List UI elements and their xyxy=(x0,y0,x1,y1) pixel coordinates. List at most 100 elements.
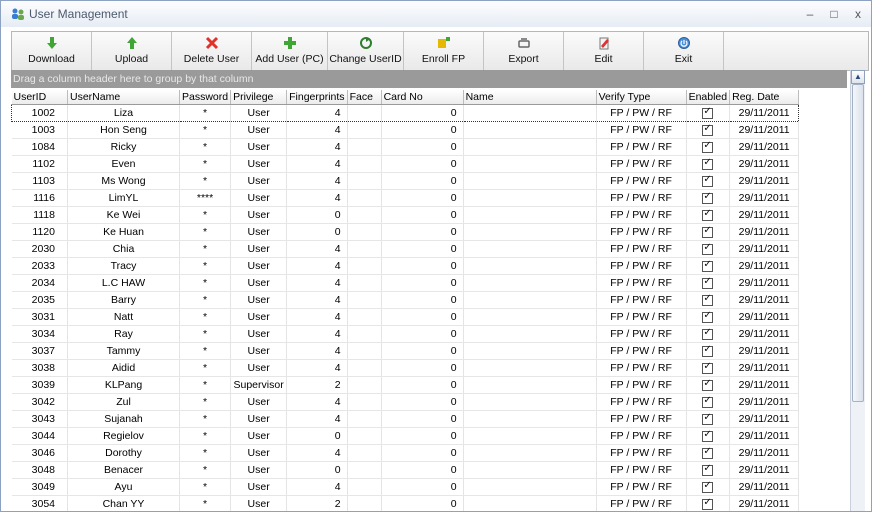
cell-userid: 3054 xyxy=(11,495,68,511)
table-row[interactable]: 2033Tracy*User4 0 FP / PW / RF 29/11/2011 xyxy=(11,257,800,275)
enabled-checkbox[interactable] xyxy=(702,310,714,323)
enabled-checkbox[interactable] xyxy=(702,412,714,425)
enabled-checkbox[interactable] xyxy=(702,497,714,510)
col-header-name[interactable]: Name xyxy=(463,90,597,105)
upload-button[interactable]: Upload xyxy=(92,32,172,70)
export-button[interactable]: Export xyxy=(484,32,564,70)
table-row[interactable]: 1102Even*User4 0 FP / PW / RF 29/11/2011 xyxy=(11,155,800,173)
enabled-checkbox[interactable] xyxy=(702,395,714,408)
edit-button[interactable]: Edit xyxy=(564,32,644,70)
col-header-reg-date[interactable]: Reg. Date xyxy=(729,90,800,105)
enabled-checkbox[interactable] xyxy=(702,463,714,476)
cell-enabled[interactable] xyxy=(686,359,731,377)
table-row[interactable]: 3054Chan YY*User2 0 FP / PW / RF 29/11/2011 xyxy=(11,495,800,511)
cell-enabled[interactable] xyxy=(686,376,731,394)
cell-enabled[interactable] xyxy=(686,104,731,122)
col-header-privilege[interactable]: Privilege xyxy=(230,90,288,105)
enabled-checkbox[interactable] xyxy=(702,378,714,391)
col-header-face[interactable]: Face xyxy=(347,90,382,105)
table-row[interactable]: 1120Ke Huan*User00FP / PW / RF29/11/2011 xyxy=(11,223,800,241)
col-header-username[interactable]: UserName xyxy=(67,90,180,105)
enabled-checkbox[interactable] xyxy=(702,344,714,357)
change-userid-button[interactable]: Change UserID xyxy=(328,32,404,70)
cell-enabled[interactable] xyxy=(686,291,731,309)
col-header-password[interactable]: Password xyxy=(179,90,232,105)
enabled-checkbox[interactable] xyxy=(702,446,714,459)
col-header-enabled[interactable]: Enabled xyxy=(686,90,731,105)
table-row[interactable]: 3046Dorothy*User4 0 FP / PW / RF 29/11/2011 xyxy=(11,444,800,462)
table-row[interactable]: 3044Regielov*User00FP / PW / RF29/11/201… xyxy=(11,427,800,445)
close-button[interactable]: x xyxy=(851,7,865,21)
cell-enabled[interactable] xyxy=(686,223,731,241)
cell-enabled[interactable] xyxy=(686,189,731,207)
cell-enabled[interactable] xyxy=(686,257,731,275)
vertical-scrollbar[interactable]: ▲ xyxy=(850,70,865,511)
table-row[interactable]: 2035Barry*User4 0 FP / PW / RF 29/11/2011 xyxy=(11,291,800,309)
add-user-button[interactable]: Add User (PC) xyxy=(252,32,328,70)
cell-enabled[interactable] xyxy=(686,410,731,428)
cell-enabled[interactable] xyxy=(686,121,731,139)
enabled-checkbox[interactable] xyxy=(702,225,714,238)
cell-enabled[interactable] xyxy=(686,240,731,258)
enabled-checkbox[interactable] xyxy=(702,123,714,136)
enabled-checkbox[interactable] xyxy=(702,106,714,119)
enabled-checkbox[interactable] xyxy=(702,259,714,272)
cell-enabled[interactable] xyxy=(686,495,731,511)
scroll-up-icon[interactable]: ▲ xyxy=(851,70,865,84)
maximize-button[interactable]: □ xyxy=(827,7,841,21)
enabled-checkbox[interactable] xyxy=(702,429,714,442)
group-by-panel[interactable]: Drag a column header here to group by th… xyxy=(11,70,847,88)
cell-enabled[interactable] xyxy=(686,342,731,360)
minimize-button[interactable]: – xyxy=(803,7,817,21)
enabled-checkbox[interactable] xyxy=(702,480,714,493)
cell-enabled[interactable] xyxy=(686,206,731,224)
cell-enabled[interactable] xyxy=(686,427,731,445)
enabled-checkbox[interactable] xyxy=(702,140,714,153)
delete-user-button[interactable]: Delete User xyxy=(172,32,252,70)
table-row[interactable]: 3038Aidid*User4 0 FP / PW / RF 29/11/2011 xyxy=(11,359,800,377)
cell-enabled[interactable] xyxy=(686,393,731,411)
cell-enabled[interactable] xyxy=(686,172,731,190)
table-row[interactable]: 1002Liza*User4 0 FP / PW / RF 29/11/2011 xyxy=(11,104,800,122)
cell-enabled[interactable] xyxy=(686,478,731,496)
enabled-checkbox[interactable] xyxy=(702,208,714,221)
col-header-card-no[interactable]: Card No xyxy=(381,90,464,105)
table-row[interactable]: 3039KLPang*Supervisor2 0 FP / PW / RF 29/11… xyxy=(11,376,800,394)
table-row[interactable]: 1103Ms Wong*User4 0 FP / PW / RF 29/11/2011 xyxy=(11,172,800,190)
col-header-fingerprints[interactable]: Fingerprints xyxy=(286,90,348,105)
cell-enabled[interactable] xyxy=(686,155,731,173)
table-row[interactable]: 2034L.C HAW*User4 0 FP / PW / RF 29/11/2011 xyxy=(11,274,800,292)
enabled-checkbox[interactable] xyxy=(702,157,714,170)
enabled-checkbox[interactable] xyxy=(702,242,714,255)
cell-enabled[interactable] xyxy=(686,138,731,156)
scroll-thumb[interactable] xyxy=(852,84,864,402)
table-row[interactable]: 1084Ricky*User4 0 FP / PW / RF 29/11/2011 xyxy=(11,138,800,156)
enabled-checkbox[interactable] xyxy=(702,293,714,306)
table-row[interactable]: 3048Benacer*User00FP / PW / RF29/11/2011 xyxy=(11,461,800,479)
table-row[interactable]: 1116LimYL****User4 0 FP / PW / RF 29/11/201… xyxy=(11,189,800,207)
enroll-fp-button[interactable]: Enroll FP xyxy=(404,32,484,70)
cell-enabled[interactable] xyxy=(686,444,731,462)
download-button[interactable]: Download xyxy=(12,32,92,70)
exit-button[interactable]: Exit xyxy=(644,32,724,70)
table-row[interactable]: 1003Hon Seng*User4 0 FP / PW / RF 29/11/201… xyxy=(11,121,800,139)
table-row[interactable]: 3037Tammy*User4 0 FP / PW / RF 29/11/2011 xyxy=(11,342,800,360)
enabled-checkbox[interactable] xyxy=(702,191,714,204)
enabled-checkbox[interactable] xyxy=(702,276,714,289)
enabled-checkbox[interactable] xyxy=(702,361,714,374)
table-row[interactable]: 3049Ayu*User4 0 FP / PW / RF 29/11/2011 xyxy=(11,478,800,496)
enabled-checkbox[interactable] xyxy=(702,174,714,187)
table-row[interactable]: 3034Ray*User4 0 FP / PW / RF 29/11/2011 xyxy=(11,325,800,343)
cell-enabled[interactable] xyxy=(686,461,731,479)
cell-enabled[interactable] xyxy=(686,274,731,292)
col-header-userid[interactable]: UserID xyxy=(11,90,68,105)
table-row[interactable]: 1118Ke Wei*User00FP / PW / RF29/11/2011 xyxy=(11,206,800,224)
cell-enabled[interactable] xyxy=(686,308,731,326)
table-row[interactable]: 3043Sujanah*User4 0 FP / PW / RF 29/11/2011 xyxy=(11,410,800,428)
cell-enabled[interactable] xyxy=(686,325,731,343)
table-row[interactable]: 3031Natt*User4 0 FP / PW / RF 29/11/2011 xyxy=(11,308,800,326)
table-row[interactable]: 3042Zul*User4 0 FP / PW / RF 29/11/2011 xyxy=(11,393,800,411)
enabled-checkbox[interactable] xyxy=(702,327,714,340)
table-row[interactable]: 2030Chia*User4 0 FP / PW / RF 29/11/2011 xyxy=(11,240,800,258)
col-header-verify-type[interactable]: Verify Type xyxy=(596,90,687,105)
